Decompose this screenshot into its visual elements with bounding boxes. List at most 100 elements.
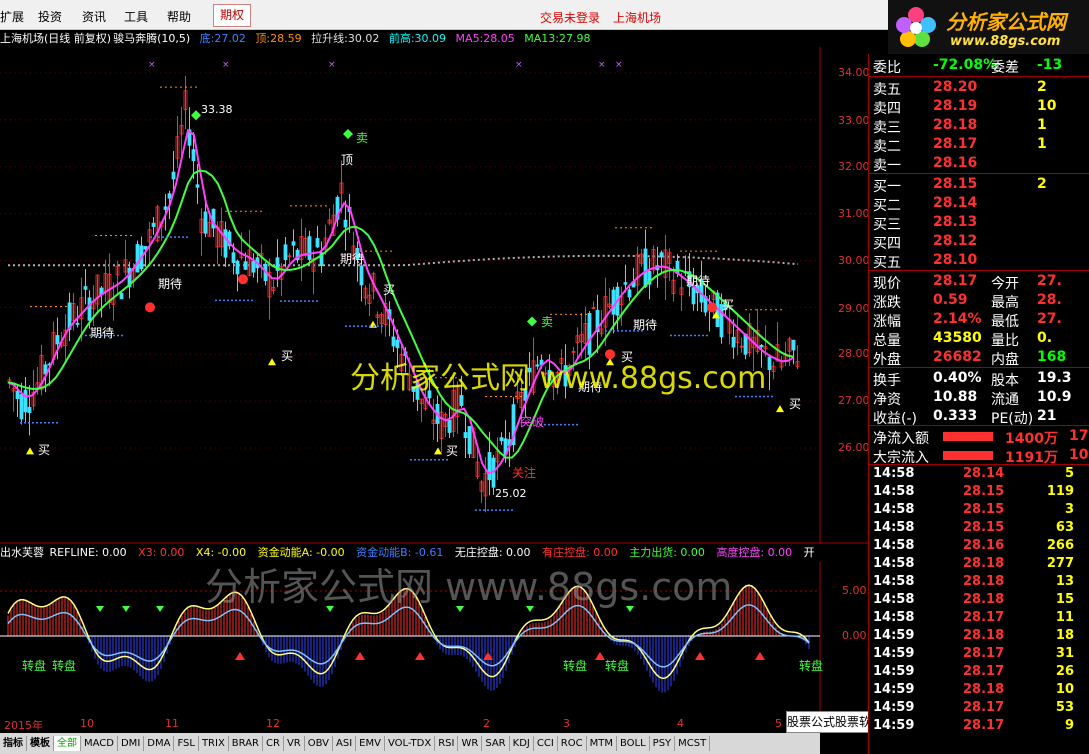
tab-16[interactable]: WR <box>458 736 483 751</box>
tab-12[interactable]: ASI <box>333 736 357 751</box>
tab-13[interactable]: EMV <box>356 736 385 751</box>
buy-label-3: 买 <box>383 283 396 297</box>
tab-9[interactable]: CR <box>263 736 284 751</box>
tab-10[interactable]: VR <box>284 736 305 751</box>
refline: REFLINE: 0.00 <box>49 546 127 559</box>
stat-row: 现价 28.17 今开 27. <box>873 273 1089 292</box>
tick-time: 14:58 <box>873 520 915 535</box>
tab-18[interactable]: KDJ <box>510 736 534 751</box>
tick-volume: 119 <box>1046 484 1074 499</box>
stat2-row-label: 换手 <box>873 373 901 389</box>
tab-19[interactable]: CCI <box>534 736 558 751</box>
sub-axis-0: 0.00 <box>842 629 867 642</box>
tick-row: 14:58 28.18 15 <box>873 592 1089 610</box>
stat-row: 外盘 26682 内盘 168 <box>873 349 1089 368</box>
tab-1[interactable]: 模板 <box>27 736 54 751</box>
buy-label-2: 买 <box>281 349 294 363</box>
tab-0[interactable]: 指标 <box>0 736 27 751</box>
panel-divider <box>869 270 1089 271</box>
tick-time: 14:58 <box>873 502 915 517</box>
weibi-row-label: 委比 <box>873 60 901 76</box>
stat-row: 总量 43580 量比 0. <box>873 330 1089 349</box>
stat2-row-value: 0.40% <box>933 370 982 386</box>
di-label: 底: <box>199 32 215 45</box>
tab-17[interactable]: SAR <box>482 736 510 751</box>
tick-volume: 53 <box>1055 700 1074 715</box>
tab-11[interactable]: OBV <box>305 736 333 751</box>
svg-text:×: × <box>148 60 156 70</box>
tick-price: 28.18 <box>963 556 1005 571</box>
tick-price: 28.15 <box>963 484 1005 499</box>
date-2015: 2015年 <box>4 719 43 732</box>
quote-panel: 委比 -72.08% 委差 -13 卖五 28.20 2 卖四 28.19 10 卖三 28.18 1 卖… <box>868 54 1089 754</box>
weibi-row-value: -72.08% <box>933 57 998 73</box>
menu-help[interactable]: 帮助 <box>167 8 191 25</box>
panel-divider <box>869 367 1089 368</box>
menu-tools[interactable]: 工具 <box>124 8 148 25</box>
tick-row: 14:58 28.15 119 <box>873 484 1089 502</box>
tick-price: 28.18 <box>963 628 1005 643</box>
tab-8[interactable]: BRAR <box>229 736 263 751</box>
ask-row-label: 卖五 <box>873 82 901 98</box>
high-label: 33.38 <box>201 103 233 116</box>
menu-info[interactable]: 资讯 <box>82 8 106 25</box>
bid-row-label: 买三 <box>873 217 901 233</box>
sell-label: 卖 <box>356 131 369 145</box>
tick-row: 14:58 28.15 3 <box>873 502 1089 520</box>
tick-price: 28.18 <box>963 592 1005 607</box>
stat-row-label2: 最低 <box>991 314 1019 330</box>
tab-21[interactable]: MTM <box>587 736 617 751</box>
tab-24[interactable]: MCST <box>675 736 711 751</box>
tick-volume: 5 <box>1064 466 1074 481</box>
stat-row-label2: 内盘 <box>991 352 1019 368</box>
tab-20[interactable]: ROC <box>558 736 587 751</box>
ask-row: 卖二 28.17 1 <box>873 136 1089 155</box>
tab-6[interactable]: FSL <box>174 736 199 751</box>
buy-label-6: 买 <box>722 298 735 312</box>
tab-2[interactable]: 全部 <box>54 736 81 751</box>
options-tab[interactable]: 期权 <box>213 4 251 27</box>
stock-title: 上海机场(日线 前复权) <box>0 32 112 45</box>
tab-5[interactable]: DMA <box>144 736 175 751</box>
price-tick-5: 29.00 <box>838 302 870 315</box>
stat2-row-label2: 股本 <box>991 373 1019 389</box>
ding-label: 顶: <box>255 32 271 45</box>
tab-15[interactable]: RSI <box>435 736 459 751</box>
date-10: 10 <box>80 717 94 730</box>
tab-4[interactable]: DMI <box>118 736 145 751</box>
sub-axis-5: 5.00 <box>842 584 867 597</box>
tick-row: 14:59 28.17 26 <box>873 664 1089 682</box>
tab-14[interactable]: VOL-TDX <box>385 736 436 751</box>
svg-text:×: × <box>515 60 523 70</box>
ask-row-value: 28.16 <box>933 155 978 171</box>
tick-row: 14:58 28.16 266 <box>873 538 1089 556</box>
tab-3[interactable]: MACD <box>81 736 118 751</box>
ask-row: 卖三 28.18 1 <box>873 117 1089 136</box>
market-name: 上海机场 <box>613 11 662 25</box>
tab-7[interactable]: TRIX <box>199 736 229 751</box>
menu-extend[interactable]: 扩展 <box>0 8 24 25</box>
date-axis: 2015年 10 11 12 2 3 4 5 <box>0 717 820 732</box>
sub-name: 出水芙蓉 <box>0 546 44 559</box>
price-chart[interactable]: × × × × × × <box>0 47 868 544</box>
tab-23[interactable]: PSY <box>650 736 676 751</box>
ask-row-label: 卖一 <box>873 158 901 174</box>
turn-label-1: 转盘 <box>22 659 47 673</box>
tick-price: 28.17 <box>963 700 1005 715</box>
tick-price: 28.17 <box>963 718 1005 733</box>
menu-invest[interactable]: 投资 <box>38 8 62 25</box>
flow-value: 1400万 <box>1005 431 1058 447</box>
flow-label: 净流入额 <box>873 431 929 447</box>
bid-row-value: 28.13 <box>933 214 978 230</box>
ask-row: 卖四 28.19 10 <box>873 98 1089 117</box>
login-status[interactable]: 交易未登录 <box>540 9 600 26</box>
bid-row-label: 买二 <box>873 198 901 214</box>
weibi-row-label2: 委差 <box>991 60 1019 76</box>
bid-row: 买五 28.10 <box>873 252 1089 271</box>
wait-label-6: 期待 <box>686 274 711 288</box>
stat-row-label: 外盘 <box>873 352 901 368</box>
ask-row: 卖一 28.16 <box>873 155 1089 174</box>
buy-label-7: 买 <box>789 397 802 411</box>
tab-22[interactable]: BOLL <box>617 736 650 751</box>
tick-price: 28.18 <box>963 574 1005 589</box>
